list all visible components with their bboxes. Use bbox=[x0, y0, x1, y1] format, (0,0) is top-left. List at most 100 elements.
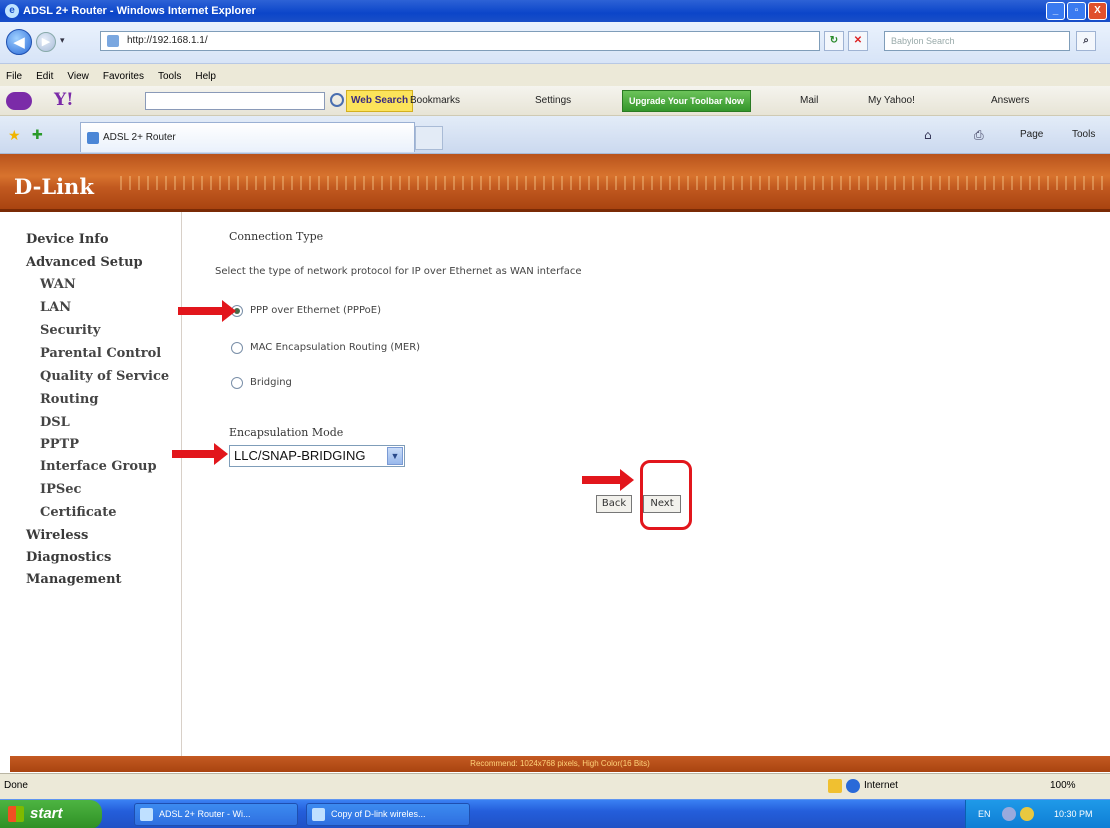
sidebar-item-wireless[interactable]: Wireless bbox=[26, 528, 88, 543]
taskbar-item-label: ADSL 2+ Router - Wi... bbox=[159, 809, 251, 819]
bookmarks-button[interactable]: Bookmarks bbox=[410, 95, 460, 106]
radio-bridging[interactable] bbox=[231, 377, 243, 389]
url-text: http://192.168.1.1/ bbox=[127, 35, 208, 46]
sidebar-item-management[interactable]: Management bbox=[26, 572, 122, 587]
tab-bar: ★ ✚ ADSL 2+ Router ⌂ ⎙ Page Tools bbox=[0, 116, 1110, 154]
sidebar-item-dsl[interactable]: DSL bbox=[40, 415, 70, 430]
window-controls: _ ▫ X bbox=[1046, 2, 1107, 20]
windows-flag-icon bbox=[8, 806, 24, 822]
tools-menu[interactable]: Tools bbox=[1072, 129, 1095, 140]
magnifier-icon[interactable] bbox=[330, 93, 344, 107]
sidebar-item-ipsec[interactable]: IPSec bbox=[40, 482, 81, 497]
radio-mer-label: MAC Encapsulation Routing (MER) bbox=[250, 342, 421, 353]
status-bar: Done Internet 100% bbox=[0, 773, 1110, 799]
menu-file[interactable]: File bbox=[6, 71, 22, 86]
tray-app-icon[interactable] bbox=[1020, 807, 1034, 821]
page-title: Connection Type bbox=[229, 230, 324, 243]
menu-tools[interactable]: Tools bbox=[158, 71, 181, 86]
language-indicator[interactable]: EN bbox=[978, 809, 991, 819]
encapsulation-select[interactable]: LLC/SNAP-BRIDGING ▼ bbox=[229, 445, 405, 467]
start-button[interactable]: start bbox=[0, 800, 102, 828]
settings-button[interactable]: Settings bbox=[535, 95, 571, 106]
answers-button[interactable]: Answers bbox=[991, 95, 1029, 106]
upgrade-toolbar-button[interactable]: Upgrade Your Toolbar Now bbox=[622, 90, 752, 112]
taskbar-item-browser[interactable]: ADSL 2+ Router - Wi... bbox=[134, 803, 298, 826]
dlink-header: D-Link bbox=[0, 154, 1110, 212]
window-titlebar: e ADSL 2+ Router - Windows Internet Expl… bbox=[0, 0, 1110, 22]
maximize-button[interactable]: ▫ bbox=[1067, 2, 1086, 20]
start-label: start bbox=[30, 805, 63, 822]
radio-mer[interactable] bbox=[231, 342, 243, 354]
new-tab-button[interactable] bbox=[415, 126, 443, 150]
document-icon bbox=[312, 808, 325, 821]
sidebar-item-pptp[interactable]: PPTP bbox=[40, 437, 79, 452]
menu-help[interactable]: Help bbox=[195, 71, 216, 86]
yahoo-y-icon[interactable]: Y! bbox=[54, 90, 74, 110]
annotation-highlight-box bbox=[640, 460, 692, 530]
back-button[interactable]: Back bbox=[596, 495, 632, 513]
search-icon[interactable]: ⌕ bbox=[1076, 31, 1096, 51]
favorites-star-icon[interactable]: ★ bbox=[8, 128, 21, 144]
sidebar-item-interface-group[interactable]: Interface Group bbox=[40, 459, 157, 474]
menu-view[interactable]: View bbox=[67, 71, 89, 86]
print-icon[interactable]: ⎙ bbox=[974, 128, 984, 143]
ie-icon: e bbox=[5, 4, 19, 18]
dlink-footer: Recommend: 1024x768 pixels, High Color(1… bbox=[10, 756, 1110, 772]
back-nav-button[interactable]: ◀ bbox=[6, 29, 32, 55]
annotation-arrow-next bbox=[582, 469, 634, 491]
status-text: Done bbox=[4, 780, 28, 791]
refresh-icon[interactable]: ↻ bbox=[824, 31, 844, 51]
recent-pages-dropdown-icon[interactable]: ▾ bbox=[60, 36, 65, 46]
minimize-button[interactable]: _ bbox=[1046, 2, 1065, 20]
dlink-logo: D-Link bbox=[14, 174, 94, 199]
menu-favorites[interactable]: Favorites bbox=[103, 71, 144, 86]
sidebar-item-advanced-setup[interactable]: Advanced Setup bbox=[26, 255, 143, 270]
sidebar-item-device-info[interactable]: Device Info bbox=[26, 232, 109, 247]
tab-favicon-icon bbox=[87, 132, 99, 144]
taskbar: start ADSL 2+ Router - Wi... Copy of D-l… bbox=[0, 799, 1110, 828]
taskbar-item-document[interactable]: Copy of D-link wireles... bbox=[306, 803, 470, 826]
description-text: Select the type of network protocol for … bbox=[215, 266, 582, 277]
url-input[interactable]: http://192.168.1.1/ bbox=[100, 31, 820, 51]
mail-button[interactable]: Mail bbox=[800, 95, 818, 106]
sidebar-item-security[interactable]: Security bbox=[40, 323, 100, 338]
home-icon[interactable]: ⌂ bbox=[924, 128, 932, 142]
sidebar-item-lan[interactable]: LAN bbox=[40, 300, 71, 315]
network-icon[interactable] bbox=[1002, 807, 1016, 821]
stop-icon[interactable]: ✕ bbox=[848, 31, 868, 51]
my-yahoo-button[interactable]: My Yahoo! bbox=[868, 95, 915, 106]
yahoo-search-input[interactable] bbox=[145, 92, 325, 110]
sidebar-item-diagnostics[interactable]: Diagnostics bbox=[26, 550, 111, 565]
page-menu[interactable]: Page bbox=[1020, 129, 1043, 140]
add-favorites-icon[interactable]: ✚ bbox=[32, 128, 43, 143]
encapsulation-value: LLC/SNAP-BRIDGING bbox=[234, 448, 366, 463]
web-search-button[interactable]: Web Search bbox=[346, 90, 414, 112]
tab-adsl-router[interactable]: ADSL 2+ Router bbox=[80, 122, 415, 152]
sidebar-item-routing[interactable]: Routing bbox=[40, 392, 98, 407]
address-bar: ◀ ▶ ▾ http://192.168.1.1/ ↻ ✕ Babylon Se… bbox=[0, 22, 1110, 64]
window-title: ADSL 2+ Router - Windows Internet Explor… bbox=[23, 5, 256, 17]
system-tray: EN 10:30 PM bbox=[965, 800, 1110, 828]
search-input[interactable]: Babylon Search bbox=[884, 31, 1070, 51]
yahoo-toolbar: Y! Web Search Bookmarks Settings Upgrade… bbox=[0, 86, 1110, 116]
sidebar-item-wan[interactable]: WAN bbox=[40, 277, 76, 292]
annotation-arrow-pppoe bbox=[178, 300, 236, 322]
sidebar-item-parental-control[interactable]: Parental Control bbox=[40, 346, 161, 361]
encapsulation-label: Encapsulation Mode bbox=[229, 426, 344, 439]
radio-pppoe-label: PPP over Ethernet (PPPoE) bbox=[250, 305, 381, 316]
zoom-level[interactable]: 100% bbox=[1050, 780, 1076, 791]
page-favicon-icon bbox=[107, 35, 119, 47]
close-button[interactable]: X bbox=[1088, 2, 1107, 20]
internet-globe-icon bbox=[846, 779, 860, 793]
ie-icon bbox=[140, 808, 153, 821]
yahoo-logo-icon[interactable] bbox=[6, 92, 32, 110]
forward-nav-button[interactable]: ▶ bbox=[36, 32, 56, 52]
clock: 10:30 PM bbox=[1054, 809, 1093, 819]
menu-edit[interactable]: Edit bbox=[36, 71, 53, 86]
taskbar-item-label: Copy of D-link wireles... bbox=[331, 809, 426, 819]
sidebar-item-certificate[interactable]: Certificate bbox=[40, 505, 116, 520]
chevron-down-icon: ▼ bbox=[387, 447, 403, 465]
annotation-arrow-encapsulation bbox=[172, 443, 228, 465]
menu-bar: File Edit View Favorites Tools Help bbox=[0, 64, 1110, 86]
sidebar-item-quality-of-service[interactable]: Quality of Service bbox=[40, 369, 169, 384]
